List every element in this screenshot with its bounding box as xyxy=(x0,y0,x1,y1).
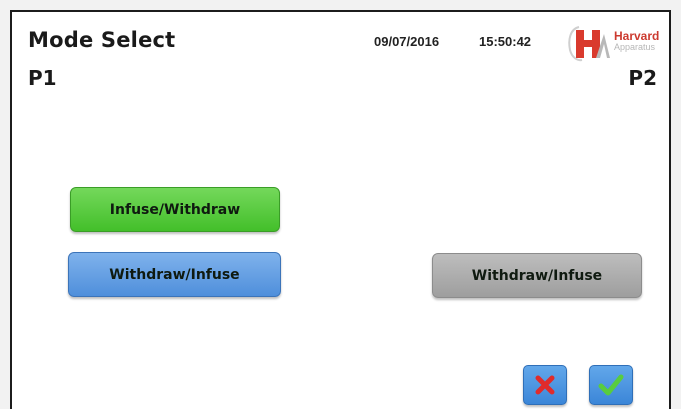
page-title: Mode Select xyxy=(28,28,176,52)
pump-1-label: P1 xyxy=(28,66,57,90)
logo-subtext: Apparatus xyxy=(614,42,656,52)
p1-withdraw-infuse-button[interactable]: Withdraw/Infuse xyxy=(68,252,281,297)
mode-select-screen: Mode Select P1 P2 09/07/2016 15:50:42 Ha… xyxy=(10,10,671,409)
harvard-apparatus-logo: Harvard Apparatus xyxy=(566,24,674,62)
button-label: Infuse/Withdraw xyxy=(109,201,241,218)
time-display: 15:50:42 xyxy=(479,34,532,49)
button-label: Withdraw/Infuse xyxy=(109,266,240,283)
confirm-button[interactable] xyxy=(589,365,633,405)
p1-infuse-withdraw-button[interactable]: Infuse/Withdraw xyxy=(70,187,280,232)
logo-text: Harvard xyxy=(614,29,660,43)
p2-withdraw-infuse-button[interactable]: Withdraw/Infuse xyxy=(432,253,642,298)
logo-mark-icon xyxy=(568,26,610,62)
button-label: Withdraw/Infuse xyxy=(471,267,603,284)
date-display: 09/07/2016 xyxy=(374,34,440,49)
cancel-button[interactable] xyxy=(523,365,567,405)
check-icon xyxy=(598,374,624,396)
close-icon xyxy=(535,375,555,395)
pump-2-label: P2 xyxy=(628,66,657,90)
